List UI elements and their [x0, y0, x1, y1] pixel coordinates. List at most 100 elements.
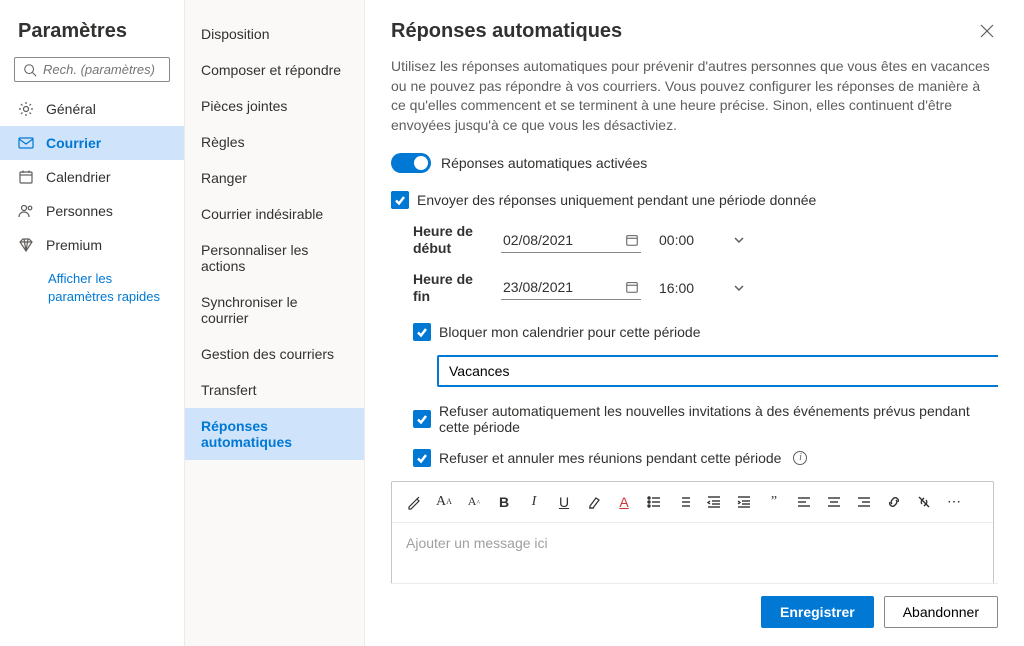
quote-button[interactable]: ” [762, 490, 786, 514]
subnav-autoreply[interactable]: Réponses automatiques [185, 408, 364, 460]
cancel-meetings-label: Refuser et annuler mes réunions pendant … [439, 450, 781, 466]
check-icon [416, 326, 428, 338]
page-title: Réponses automatiques [391, 20, 622, 43]
save-button[interactable]: Enregistrer [761, 596, 874, 628]
more-button[interactable]: ⋯ [942, 490, 966, 514]
subnav-sweep[interactable]: Ranger [185, 160, 364, 196]
unlink-button[interactable] [912, 490, 936, 514]
align-center-button[interactable] [822, 490, 846, 514]
cancel-button[interactable]: Abandonner [884, 596, 998, 628]
block-calendar-checkbox[interactable] [413, 323, 431, 341]
indent-icon [736, 494, 752, 510]
nav-label: Calendrier [46, 169, 111, 185]
nav-calendar[interactable]: Calendrier [0, 160, 184, 194]
align-left-icon [796, 494, 812, 510]
paint-icon [406, 494, 422, 510]
start-time-input[interactable]: 00:00 [657, 228, 747, 252]
align-right-icon [856, 494, 872, 510]
bullets-icon [646, 494, 662, 510]
unlink-icon [916, 494, 932, 510]
calendar-icon [625, 280, 639, 294]
close-button[interactable] [976, 20, 998, 45]
search-icon [23, 63, 37, 77]
editor-body[interactable]: Ajouter un message ici [392, 523, 993, 583]
period-checkbox[interactable] [391, 191, 409, 209]
subnav-junk[interactable]: Courrier indésirable [185, 196, 364, 232]
check-icon [394, 194, 406, 206]
align-left-button[interactable] [792, 490, 816, 514]
search-input[interactable] [43, 62, 161, 77]
nav-mail[interactable]: Courrier [0, 126, 184, 160]
format-painter-button[interactable] [402, 490, 426, 514]
subnav-compose[interactable]: Composer et répondre [185, 52, 364, 88]
mail-icon [18, 135, 34, 151]
check-icon [416, 413, 428, 425]
info-icon[interactable]: i [793, 451, 807, 465]
footer: Enregistrer Abandonner [391, 583, 998, 646]
settings-sidebar: Paramètres Général Courrier Calendrier P… [0, 0, 185, 646]
bullet-list-button[interactable] [642, 490, 666, 514]
subnav-rules[interactable]: Règles [185, 124, 364, 160]
nav-label: Premium [46, 237, 102, 253]
font-size-down-button[interactable]: A˄ [462, 490, 486, 514]
calendar-subject-input[interactable] [437, 355, 998, 387]
end-date-value: 23/08/2021 [503, 279, 573, 295]
outdent-button[interactable] [702, 490, 726, 514]
people-icon [18, 203, 34, 219]
decline-new-label: Refuser automatiquement les nouvelles in… [439, 403, 994, 435]
start-date-value: 02/08/2021 [503, 232, 573, 248]
indent-button[interactable] [732, 490, 756, 514]
nav-general[interactable]: Général [0, 92, 184, 126]
italic-button[interactable]: I [522, 490, 546, 514]
align-center-icon [826, 494, 842, 510]
end-label: Heure de fin [413, 271, 485, 305]
start-label: Heure de début [413, 223, 485, 257]
diamond-icon [18, 237, 34, 253]
chevron-down-icon [733, 234, 745, 246]
font-size-up-button[interactable]: AA [432, 490, 456, 514]
start-date-input[interactable]: 02/08/2021 [501, 228, 641, 253]
quick-settings-link[interactable]: Afficher les paramètres rapides [0, 262, 184, 305]
autoreply-toggle[interactable] [391, 153, 431, 173]
align-right-button[interactable] [852, 490, 876, 514]
nav-label: Personnes [46, 203, 113, 219]
nav-label: Général [46, 101, 96, 117]
subnav-customize[interactable]: Personnaliser les actions [185, 232, 364, 284]
check-icon [416, 452, 428, 464]
search-box[interactable] [14, 57, 170, 82]
end-time-value: 16:00 [659, 280, 694, 296]
highlight-icon [586, 494, 602, 510]
period-label: Envoyer des réponses uniquement pendant … [417, 192, 816, 208]
subnav-forward[interactable]: Transfert [185, 372, 364, 408]
editor-toolbar: AA A˄ B I U A ” ⋯ [392, 482, 993, 523]
subnav-sync[interactable]: Synchroniser le courrier [185, 284, 364, 336]
link-icon [886, 494, 902, 510]
nav-premium[interactable]: Premium [0, 228, 184, 262]
end-time-input[interactable]: 16:00 [657, 276, 747, 300]
calendar-icon [18, 169, 34, 185]
numbers-icon [676, 494, 692, 510]
start-time-value: 00:00 [659, 232, 694, 248]
block-calendar-label: Bloquer mon calendrier pour cette périod… [439, 324, 701, 340]
main-panel: Réponses automatiques Utilisez les répon… [365, 0, 1024, 646]
number-list-button[interactable] [672, 490, 696, 514]
toggle-label: Réponses automatiques activées [441, 155, 647, 171]
subnav-disposition[interactable]: Disposition [185, 16, 364, 52]
nav-label: Courrier [46, 135, 101, 151]
decline-new-checkbox[interactable] [413, 410, 431, 428]
highlight-button[interactable] [582, 490, 606, 514]
cancel-meetings-checkbox[interactable] [413, 449, 431, 467]
subnav-attachments[interactable]: Pièces jointes [185, 88, 364, 124]
bold-button[interactable]: B [492, 490, 516, 514]
nav-people[interactable]: Personnes [0, 194, 184, 228]
close-icon [980, 24, 994, 38]
font-color-button[interactable]: A [612, 490, 636, 514]
outdent-icon [706, 494, 722, 510]
link-button[interactable] [882, 490, 906, 514]
gear-icon [18, 101, 34, 117]
underline-button[interactable]: U [552, 490, 576, 514]
end-date-input[interactable]: 23/08/2021 [501, 275, 641, 300]
message-editor: AA A˄ B I U A ” ⋯ [391, 481, 994, 583]
subnav-manage[interactable]: Gestion des courriers [185, 336, 364, 372]
calendar-icon [625, 233, 639, 247]
